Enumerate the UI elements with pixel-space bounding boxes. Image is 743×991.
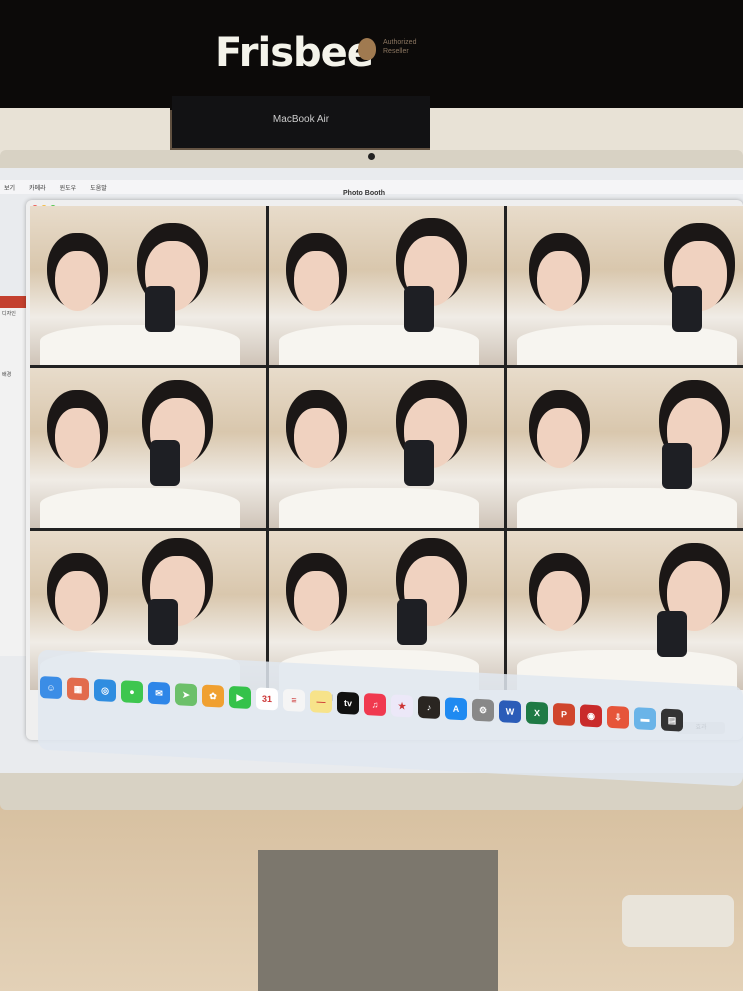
- menu-window[interactable]: 윈도우: [60, 183, 77, 192]
- window-title: Photo Booth: [343, 190, 385, 197]
- dock-music-icon[interactable]: ♫: [364, 692, 386, 717]
- effect-tile[interactable]: [268, 368, 505, 528]
- macbook-display: MacBook Air: [172, 96, 430, 148]
- dock-calendar-icon[interactable]: 31: [256, 687, 278, 711]
- effect-tile[interactable]: [507, 206, 743, 366]
- store-sign-title: Frisbee: [215, 30, 374, 76]
- dock-screenshot-icon[interactable]: ▤: [661, 708, 683, 732]
- effects-grid: [30, 206, 743, 690]
- effect-tile[interactable]: [507, 530, 743, 690]
- dock-facetime-icon[interactable]: ▶: [229, 685, 251, 710]
- menu-camera[interactable]: 카메라: [29, 183, 46, 192]
- menu-help[interactable]: 도움말: [90, 183, 107, 192]
- dock-app-store-icon[interactable]: A: [445, 697, 467, 721]
- effect-tile[interactable]: [30, 206, 266, 366]
- dock-finder-icon[interactable]: ☺: [40, 676, 62, 700]
- dock-photo-booth-icon[interactable]: ◉: [580, 704, 602, 728]
- dock-garageband-icon[interactable]: ♪: [418, 695, 440, 719]
- dock-messages-icon[interactable]: ●: [121, 680, 143, 704]
- dock-word-icon[interactable]: W: [499, 700, 521, 724]
- desk-device: [622, 895, 734, 947]
- store-background: Frisbee Authorized Reseller MacBook Air: [0, 0, 743, 170]
- dock-system-settings-icon[interactable]: ⚙: [472, 698, 494, 722]
- dock-folder-icon[interactable]: ▬: [634, 707, 656, 731]
- dock-apple-tv-icon[interactable]: tv: [337, 691, 359, 715]
- webcam-icon: [368, 153, 375, 160]
- dock-excel-icon[interactable]: X: [526, 701, 548, 725]
- dock-mail-icon[interactable]: ✉: [148, 681, 170, 705]
- effect-tile[interactable]: [268, 206, 505, 366]
- imac-stand: [258, 850, 498, 991]
- dock-reminders-icon[interactable]: ≡: [283, 688, 305, 712]
- apple-logo-icon: [358, 38, 376, 60]
- dock-notes-icon[interactable]: —: [310, 690, 332, 714]
- dock-maps-icon[interactable]: ➤: [175, 683, 197, 707]
- store-sign: Frisbee Authorized Reseller: [0, 0, 743, 110]
- dock-powerpoint-icon[interactable]: P: [553, 702, 575, 727]
- dock-safari-icon[interactable]: ◎: [94, 678, 116, 702]
- effect-tile[interactable]: [507, 368, 743, 528]
- menu-view[interactable]: 보기: [4, 183, 15, 192]
- dock-photos-icon[interactable]: ✿: [202, 684, 224, 708]
- store-sign-subtitle: Authorized Reseller: [383, 39, 417, 55]
- effect-tile[interactable]: [30, 368, 266, 528]
- dock-imovie-icon[interactable]: ★: [391, 694, 413, 718]
- dock-downloads-app-icon[interactable]: ⇩: [607, 705, 629, 729]
- dock-launchpad-icon[interactable]: ▦: [67, 677, 89, 701]
